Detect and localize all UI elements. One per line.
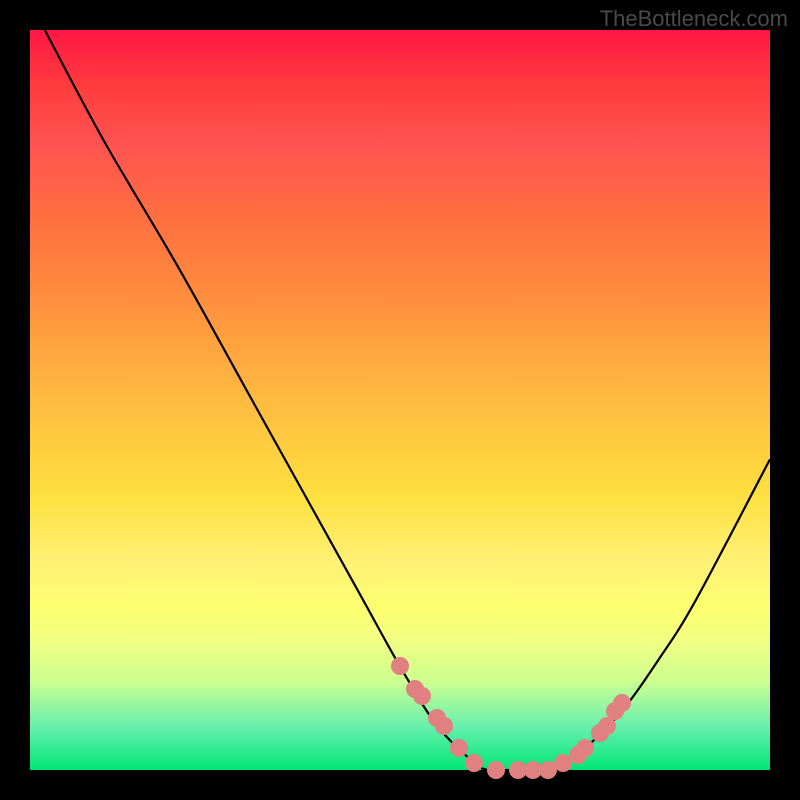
marker-dot bbox=[465, 754, 483, 772]
marker-dot bbox=[450, 739, 468, 757]
bottleneck-curve-line bbox=[45, 30, 770, 770]
marker-dot bbox=[613, 694, 631, 712]
marker-dot bbox=[413, 687, 431, 705]
marker-dot bbox=[391, 657, 409, 675]
marker-dot bbox=[576, 739, 594, 757]
marker-dot bbox=[435, 717, 453, 735]
marker-dot bbox=[487, 761, 505, 779]
chart-plot-area bbox=[30, 30, 770, 770]
watermark-text: TheBottleneck.com bbox=[600, 6, 788, 32]
